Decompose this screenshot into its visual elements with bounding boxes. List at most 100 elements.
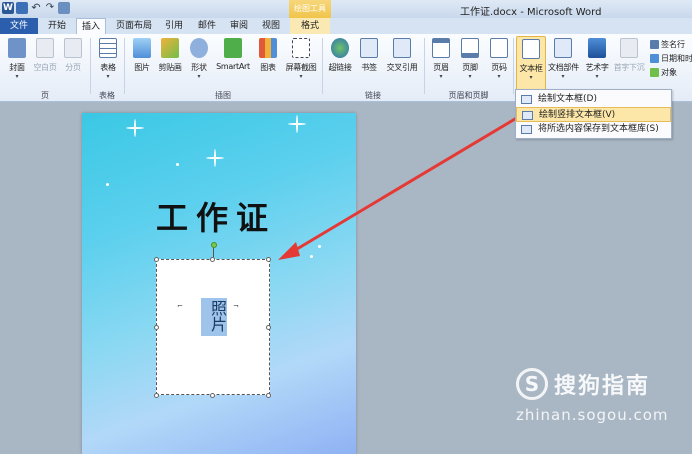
cross-reference-button[interactable]: 交叉引用 — [384, 38, 420, 73]
menu-item-draw-vertical-textbox[interactable]: 绘制竖排文本框(V) — [516, 107, 671, 122]
chevron-down-icon: ▾ — [299, 73, 303, 80]
menu-item-save-to-gallery[interactable]: 将所选内容保存到文本框库(S) — [516, 122, 671, 137]
quick-parts-button[interactable]: 文档部件 ▾ — [548, 38, 579, 81]
group-header-footer: 页眉和页脚 — [448, 91, 489, 100]
page-number-button[interactable]: 页码 ▾ — [484, 38, 514, 81]
cover-icon — [8, 38, 26, 58]
table-icon — [99, 38, 117, 58]
watermark-text: 搜狗指南 — [554, 374, 651, 399]
textbox-icon — [521, 95, 532, 104]
chart-icon — [259, 38, 277, 58]
resize-handle-t[interactable] — [210, 257, 215, 262]
sparkle-icon — [126, 119, 144, 137]
vertical-textbox-icon — [522, 111, 533, 120]
corner-mark: ⌐ — [177, 302, 183, 310]
corner-mark: ¬ — [233, 302, 239, 310]
document-workspace[interactable]: 工作证 ⌐ ¬ 照片 S 搜狗指南 zhinan.sogou.com — [0, 103, 692, 454]
tab-format[interactable]: 格式 — [290, 18, 330, 34]
sparkle-dot — [318, 245, 321, 248]
document-page[interactable]: 工作证 ⌐ ¬ 照片 — [82, 113, 356, 454]
object-button[interactable]: 对象 — [650, 67, 677, 78]
sparkle-dot — [176, 163, 179, 166]
header-button[interactable]: 页眉 ▾ — [426, 38, 456, 81]
photo-placeholder-text[interactable]: 照片 — [201, 298, 227, 336]
page-break-icon — [64, 38, 82, 58]
resize-handle-r[interactable] — [266, 325, 271, 330]
screenshot-button[interactable]: 屏幕截图 ▾ — [283, 38, 319, 81]
rotation-handle[interactable] — [211, 242, 217, 248]
page-number-icon — [490, 38, 508, 58]
blank-page-icon — [36, 38, 54, 58]
watermark: S 搜狗指南 — [516, 368, 650, 400]
tab-review[interactable]: 审阅 — [224, 18, 254, 34]
menu-item-draw-textbox[interactable]: 绘制文本框(D) — [516, 92, 671, 107]
tab-insert[interactable]: 插入 — [76, 18, 106, 34]
resize-handle-tr[interactable] — [266, 257, 271, 262]
sparkle-dot — [106, 183, 109, 186]
tab-view[interactable]: 视图 — [256, 18, 286, 34]
chevron-down-icon: ▾ — [439, 73, 443, 80]
hyperlink-button[interactable]: 超链接 — [325, 38, 355, 73]
object-icon — [650, 68, 659, 77]
clipart-button[interactable]: 剪贴画 — [155, 38, 185, 73]
watermark-url: zhinan.sogou.com — [516, 406, 669, 424]
redo-icon[interactable]: ↷ — [44, 2, 56, 14]
tab-home[interactable]: 开始 — [40, 18, 74, 34]
sparkle-dot — [310, 255, 313, 258]
picture-button[interactable]: 图片 — [127, 38, 157, 73]
signature-line-button[interactable]: 签名行 — [650, 39, 685, 50]
resize-handle-bl[interactable] — [154, 393, 159, 398]
chart-button[interactable]: 图表 — [253, 38, 283, 73]
title-bar: W ↶ ↷ 绘图工具 工作证.docx - Microsoft Word — [0, 0, 692, 18]
tab-references[interactable]: 引用 — [160, 18, 188, 34]
textbox-dropdown-menu: 绘制文本框(D) 绘制竖排文本框(V) 将所选内容保存到文本框库(S) — [515, 89, 672, 139]
tab-file[interactable]: 文件 — [0, 18, 38, 34]
chevron-down-icon: ▾ — [561, 73, 565, 80]
word-logo-icon[interactable]: W — [2, 2, 14, 14]
quick-access-toolbar: W ↶ ↷ — [2, 2, 70, 14]
tab-mailings[interactable]: 邮件 — [192, 18, 222, 34]
ribbon-tabs: 文件 开始 插入 页面布局 引用 邮件 审阅 视图 格式 — [0, 18, 692, 34]
group-tables: 表格 — [99, 91, 115, 100]
group-illustrations: 插图 — [215, 91, 231, 100]
footer-button[interactable]: 页脚 ▾ — [455, 38, 485, 81]
smartart-button[interactable]: SmartArt — [216, 38, 250, 71]
drawing-tools-header: 绘图工具 — [289, 0, 331, 18]
resize-handle-br[interactable] — [266, 393, 271, 398]
chevron-down-icon: ▾ — [595, 73, 599, 80]
sogou-logo-icon: S — [516, 368, 548, 400]
globe-icon — [331, 38, 349, 58]
calendar-icon — [650, 54, 659, 63]
drop-cap-icon — [620, 38, 638, 58]
save-icon[interactable] — [16, 2, 28, 14]
sparkle-icon — [288, 115, 306, 133]
resize-handle-tl[interactable] — [154, 257, 159, 262]
clipart-icon — [161, 38, 179, 58]
shapes-button[interactable]: 形状 ▾ — [184, 38, 214, 81]
smartart-icon — [224, 38, 242, 58]
chevron-down-icon: ▾ — [15, 73, 19, 80]
photo-textbox[interactable]: ⌐ ¬ 照片 — [156, 259, 270, 395]
resize-handle-l[interactable] — [154, 325, 159, 330]
chevron-down-icon: ▾ — [106, 73, 110, 80]
save-to-gallery-icon — [521, 125, 532, 134]
shapes-icon — [190, 38, 208, 58]
tab-page-layout[interactable]: 页面布局 — [110, 18, 158, 34]
cover-button[interactable]: 封面 ▾ — [2, 38, 32, 81]
wordart-button[interactable]: 艺术字 ▾ — [582, 38, 612, 81]
bookmark-button[interactable]: 书签 — [354, 38, 384, 73]
resize-handle-b[interactable] — [210, 393, 215, 398]
date-time-button[interactable]: 日期和时 — [650, 53, 692, 64]
group-pages: 页 — [41, 91, 49, 100]
undo-icon[interactable]: ↶ — [30, 2, 42, 14]
page-break-button[interactable]: 分页 — [58, 38, 88, 73]
blank-page-button[interactable]: 空白页 — [30, 38, 60, 73]
drop-cap-button[interactable]: 首字下沉 — [612, 38, 646, 73]
textbox-button[interactable]: 文本框 ▾ — [516, 36, 546, 94]
table-button[interactable]: 表格 ▾ — [93, 38, 123, 81]
print-preview-icon[interactable] — [58, 2, 70, 14]
textbox-icon — [522, 39, 540, 59]
wordart-icon — [588, 38, 606, 58]
group-links: 链接 — [365, 91, 381, 100]
sparkle-icon — [206, 149, 224, 167]
